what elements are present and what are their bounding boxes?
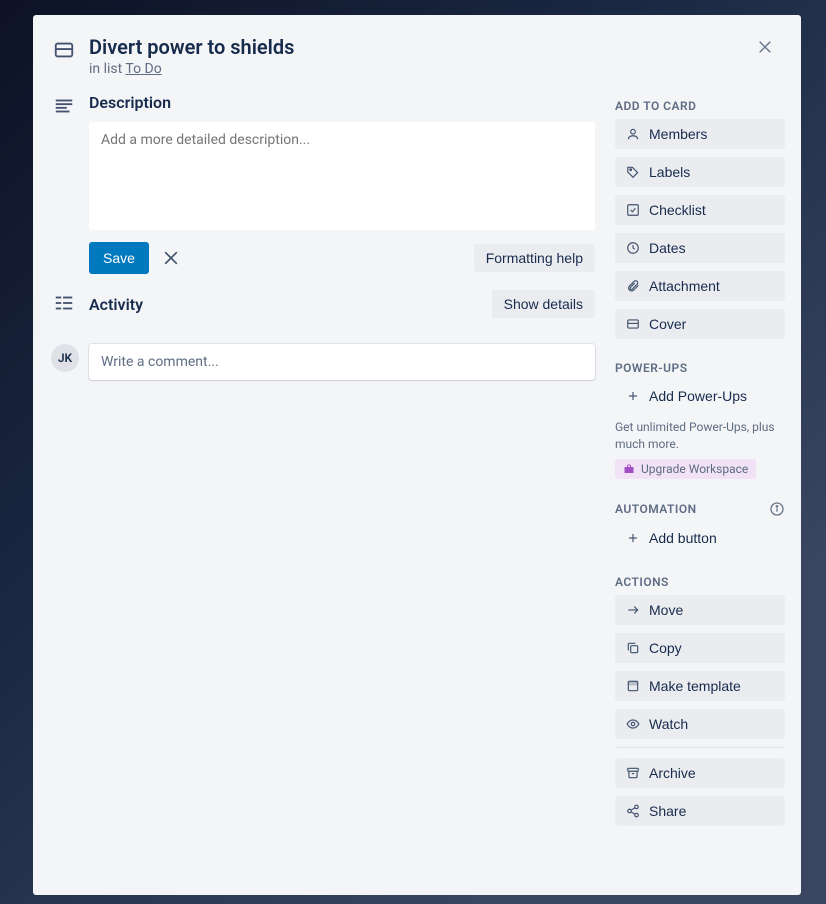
cover-button[interactable]: Cover — [615, 309, 785, 339]
info-icon[interactable] — [769, 501, 785, 517]
description-icon — [53, 93, 77, 274]
actions-separator — [615, 747, 785, 748]
members-button[interactable]: Members — [615, 119, 785, 149]
add-automation-button[interactable]: Add button — [615, 523, 785, 553]
plus-icon — [625, 388, 641, 404]
cancel-button[interactable] — [155, 242, 187, 274]
archive-label: Archive — [649, 765, 696, 781]
activity-icon — [53, 290, 77, 328]
card-icon — [625, 316, 641, 332]
attachment-button[interactable]: Attachment — [615, 271, 785, 301]
cover-label: Cover — [649, 316, 686, 332]
activity-section: Activity Show details — [53, 290, 595, 328]
copy-icon — [625, 640, 641, 656]
tag-icon — [625, 164, 641, 180]
user-icon — [625, 126, 641, 142]
share-button[interactable]: Share — [615, 796, 785, 826]
close-icon — [756, 38, 774, 56]
watch-label: Watch — [649, 716, 688, 732]
automation-heading: AUTOMATION — [615, 502, 697, 516]
check-square-icon — [625, 202, 641, 218]
add-to-card-heading: ADD TO CARD — [615, 99, 785, 113]
in-list-prefix: in list — [89, 61, 125, 77]
briefcase-icon — [623, 463, 635, 475]
formatting-help-button[interactable]: Formatting help — [474, 244, 595, 272]
labels-label: Labels — [649, 164, 690, 180]
upgrade-workspace-button[interactable]: Upgrade Workspace — [615, 459, 756, 479]
description-heading: Description — [89, 93, 171, 112]
actions-heading: ACTIONS — [615, 575, 785, 589]
description-textarea[interactable] — [89, 122, 595, 230]
clock-icon — [625, 240, 641, 256]
share-label: Share — [649, 803, 686, 819]
members-label: Members — [649, 126, 707, 142]
archive-button[interactable]: Archive — [615, 758, 785, 788]
upgrade-label: Upgrade Workspace — [641, 462, 748, 476]
comment-composer: JK Write a comment... — [51, 344, 595, 380]
dates-label: Dates — [649, 240, 686, 256]
move-button[interactable]: Move — [615, 595, 785, 625]
watch-button[interactable]: Watch — [615, 709, 785, 739]
share-icon — [625, 803, 641, 819]
card-title[interactable]: Divert power to shields — [89, 35, 294, 59]
powerups-heading: POWER-UPS — [615, 361, 785, 375]
powerups-note: Get unlimited Power-Ups, plus much more. — [615, 419, 785, 453]
copy-label: Copy — [649, 640, 682, 656]
close-icon — [161, 248, 181, 268]
add-powerups-button[interactable]: Add Power-Ups — [615, 381, 785, 411]
comment-input[interactable]: Write a comment... — [89, 344, 595, 380]
card-modal: Divert power to shields in list To Do De… — [33, 15, 801, 895]
save-button[interactable]: Save — [89, 242, 149, 274]
attachment-label: Attachment — [649, 278, 720, 294]
checklist-label: Checklist — [649, 202, 706, 218]
show-details-button[interactable]: Show details — [492, 290, 595, 318]
card-list-info: in list To Do — [89, 61, 294, 77]
close-button[interactable] — [749, 31, 781, 63]
make-template-button[interactable]: Make template — [615, 671, 785, 701]
arrow-right-icon — [625, 602, 641, 618]
add-powerups-label: Add Power-Ups — [649, 388, 747, 404]
archive-icon — [625, 765, 641, 781]
card-header: Divert power to shields in list To Do — [49, 31, 785, 81]
dates-button[interactable]: Dates — [615, 233, 785, 263]
avatar: JK — [51, 344, 79, 372]
activity-heading: Activity — [89, 295, 143, 314]
paperclip-icon — [625, 278, 641, 294]
move-label: Move — [649, 602, 683, 618]
copy-button[interactable]: Copy — [615, 633, 785, 663]
description-section: Description Save Formatting help — [53, 93, 595, 274]
eye-icon — [625, 716, 641, 732]
add-button-label: Add button — [649, 530, 717, 546]
template-icon — [625, 678, 641, 694]
plus-icon — [625, 530, 641, 546]
checklist-button[interactable]: Checklist — [615, 195, 785, 225]
labels-button[interactable]: Labels — [615, 157, 785, 187]
template-label: Make template — [649, 678, 741, 694]
card-icon — [53, 35, 77, 61]
list-link[interactable]: To Do — [125, 61, 161, 77]
